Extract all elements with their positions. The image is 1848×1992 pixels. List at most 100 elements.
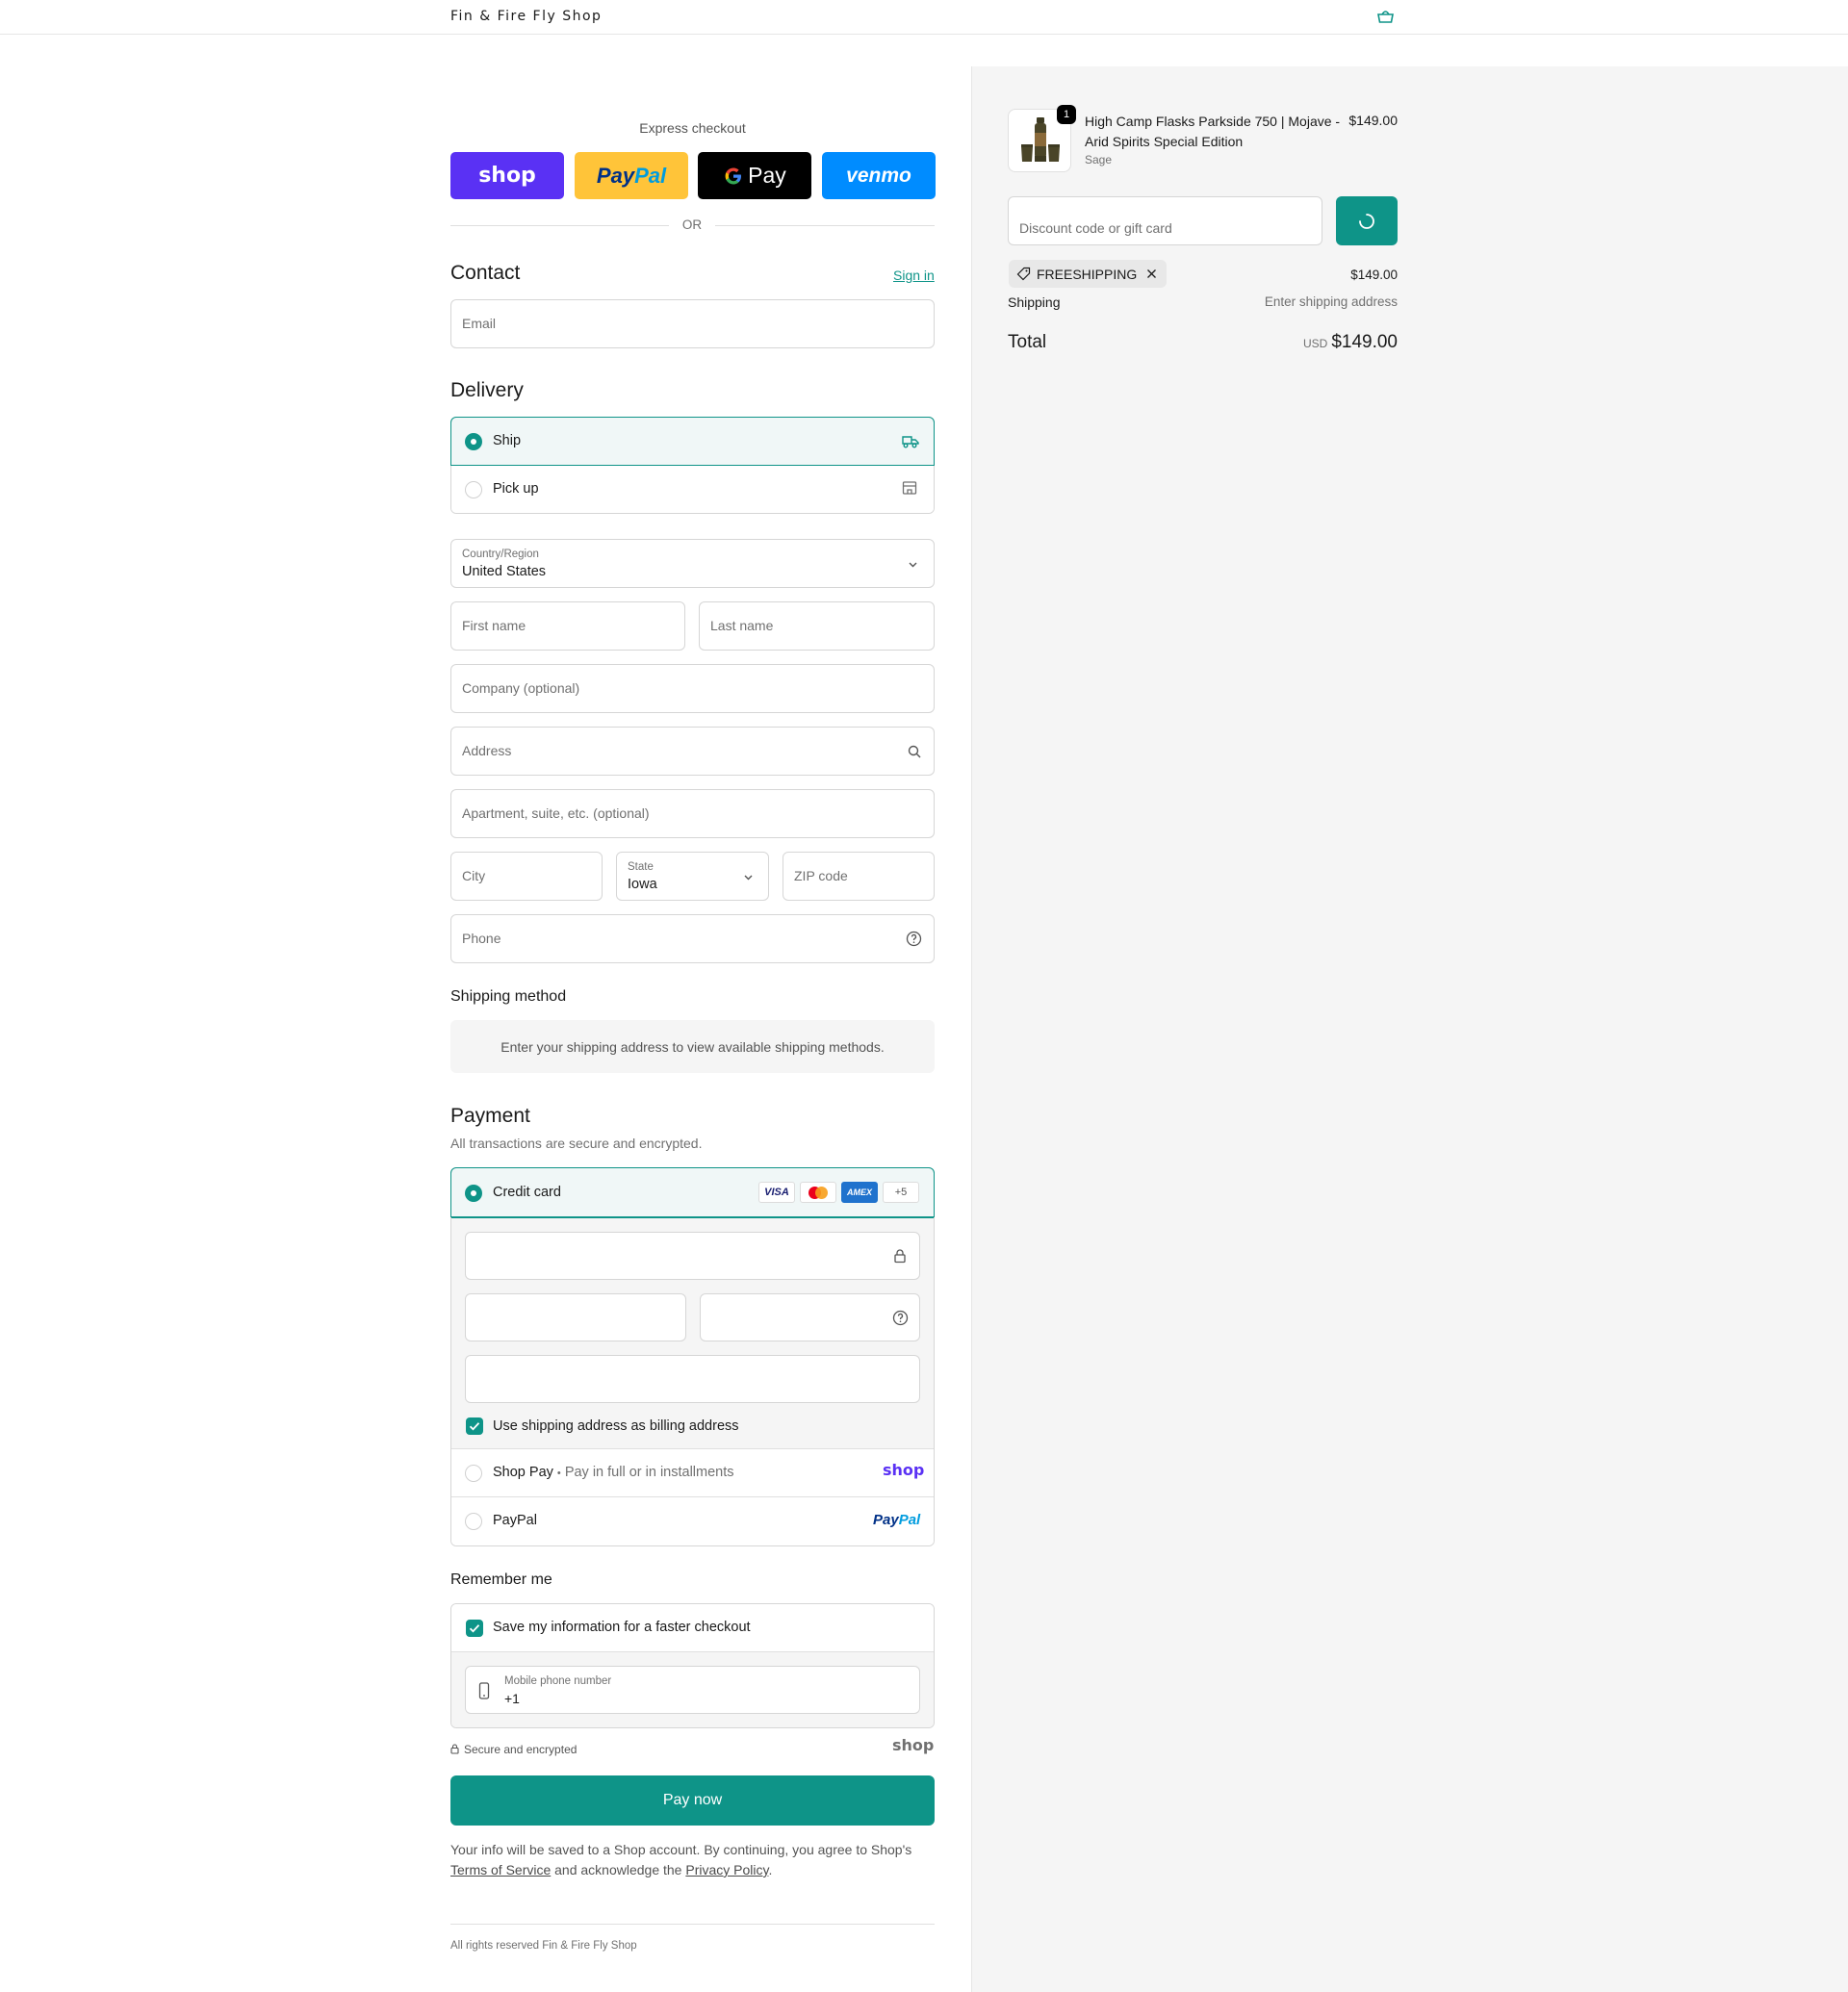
express-checkout-title: Express checkout [639,120,746,136]
contact-heading: Contact [450,262,521,284]
pickup-label: Pick up [493,481,539,497]
mobile-phone-label: Mobile phone number [504,1675,612,1687]
shop-pay-logo: shop [883,1461,925,1479]
phone-field[interactable]: Phone [450,914,935,963]
pickup-radio[interactable] [465,481,482,498]
divider-left [450,225,669,226]
footer-divider [450,1924,935,1925]
close-icon[interactable] [1146,268,1157,279]
sign-in-link[interactable]: Sign in [893,268,935,283]
terms-of-service-link[interactable]: Terms of Service [450,1862,551,1877]
state-label: State [628,861,654,873]
visa-icon: VISA [758,1182,795,1203]
payment-options: Credit card Use shipping address as bill… [450,1167,935,1546]
mobile-phone-field[interactable]: Mobile phone number +1 [465,1666,920,1714]
paypal-logo-pal: Pal [898,1512,921,1528]
store-icon [902,480,917,496]
product-variant: Sage [1085,153,1113,166]
state-value: Iowa [628,877,657,892]
mobile-phone-icon [478,1682,490,1699]
remember-me-heading: Remember me [450,1571,552,1588]
email-field[interactable]: Email [450,299,935,348]
shop-pay-radio[interactable] [465,1465,482,1482]
billing-address-checkbox[interactable] [466,1417,483,1435]
save-info-row[interactable]: Save my information for a faster checkou… [451,1604,934,1652]
paypal-logo: PayPal [873,1512,920,1528]
shop-pay-separator: • [556,1468,561,1479]
search-icon [908,745,921,758]
total-amount: USD $149.00 [1203,332,1398,353]
help-icon[interactable] [892,1310,909,1326]
google-pay-label: Pay [748,163,786,188]
help-icon[interactable] [906,931,922,947]
last-name-field[interactable]: Last name [699,601,935,651]
shop-pay-option-text: Shop Pay • Pay in full or in installment… [493,1465,734,1480]
order-summary-panel [971,66,1848,1992]
ship-option[interactable]: Ship [451,418,934,466]
quantity-badge: 1 [1057,105,1076,124]
venmo-button[interactable]: venmo [822,152,936,199]
mobile-section: Mobile phone number +1 [451,1652,934,1727]
expiration-date-field[interactable] [465,1293,686,1341]
apply-discount-button[interactable] [1336,196,1398,245]
google-g-icon [723,166,744,187]
shipping-method-message: Enter your shipping address to view avai… [450,1020,935,1073]
loading-spinner-icon [1358,213,1375,230]
lock-icon [893,1248,907,1264]
paypal-radio[interactable] [465,1513,482,1530]
card-fields-section: Use shipping address as billing address [451,1217,934,1448]
total-currency: USD [1302,337,1328,350]
venmo-logo: venmo [846,164,911,187]
discount-tag-label: FREESHIPPING [1037,266,1138,282]
card-number-field[interactable] [465,1232,920,1280]
product-name: High Camp Flasks Parkside 750 | Mojave -… [1085,114,1341,149]
paypal-option[interactable]: PayPal PayPal [451,1496,934,1545]
address-field[interactable]: Address [450,727,935,776]
first-name-field[interactable]: First name [450,601,685,651]
shop-pay-option[interactable]: Shop Pay • Pay in full or in installment… [451,1448,934,1496]
discount-code-field[interactable]: Discount code or gift card [1008,196,1322,245]
shop-pay-button[interactable]: shop [450,152,564,199]
apartment-placeholder: Apartment, suite, etc. (optional) [462,805,650,821]
more-cards-count: +5 [894,1187,908,1198]
visa-logo-text: VISA [764,1187,789,1198]
city-field[interactable]: City [450,852,603,901]
country-select[interactable]: Country/Region United States [450,539,935,588]
credit-card-label: Credit card [493,1185,561,1200]
country-value: United States [462,564,547,579]
bag-icon[interactable] [1376,9,1395,24]
google-pay-button[interactable]: Pay [698,152,811,199]
security-code-field[interactable] [700,1293,920,1341]
pickup-option[interactable]: Pick up [451,466,934,513]
legal-prefix: Your info will be saved to a Shop accoun… [450,1842,912,1857]
save-info-checkbox[interactable] [466,1620,483,1637]
store-logo[interactable]: Fin & Fire Fly Shop [450,9,602,24]
payment-subtitle: All transactions are secure and encrypte… [450,1136,703,1151]
shop-pay-label: Shop Pay [493,1465,553,1480]
legal-suffix: . [768,1862,773,1877]
name-on-card-field[interactable] [465,1355,920,1403]
paypal-logo-pal: Pal [634,163,667,188]
email-placeholder: Email [462,316,497,331]
amex-logo-text: AMEX [846,1188,872,1197]
country-label: Country/Region [462,549,539,560]
zip-field[interactable]: ZIP code [783,852,935,901]
credit-card-radio[interactable] [465,1185,482,1202]
company-field[interactable]: Company (optional) [450,664,935,713]
ship-label: Ship [493,433,522,448]
tag-icon [1016,267,1031,281]
shipping-value: Enter shipping address [1264,294,1398,309]
shop-pay-logo: shop [478,164,536,188]
privacy-policy-link[interactable]: Privacy Policy [685,1862,768,1877]
more-cards-badge: +5 [883,1182,919,1203]
remember-me-box: Save my information for a faster checkou… [450,1603,935,1728]
pay-now-button[interactable]: Pay now [450,1775,935,1826]
ship-radio[interactable] [465,433,482,450]
state-select[interactable]: State Iowa [616,852,769,901]
last-name-placeholder: Last name [710,618,774,633]
footer-copyright: All rights reserved Fin & Fire Fly Shop [450,1940,637,1952]
paypal-button[interactable]: PayPal [575,152,688,199]
apartment-field[interactable]: Apartment, suite, etc. (optional) [450,789,935,838]
shop-logo: shop [892,1736,935,1754]
shop-pay-description: Pay in full or in installments [564,1465,734,1480]
